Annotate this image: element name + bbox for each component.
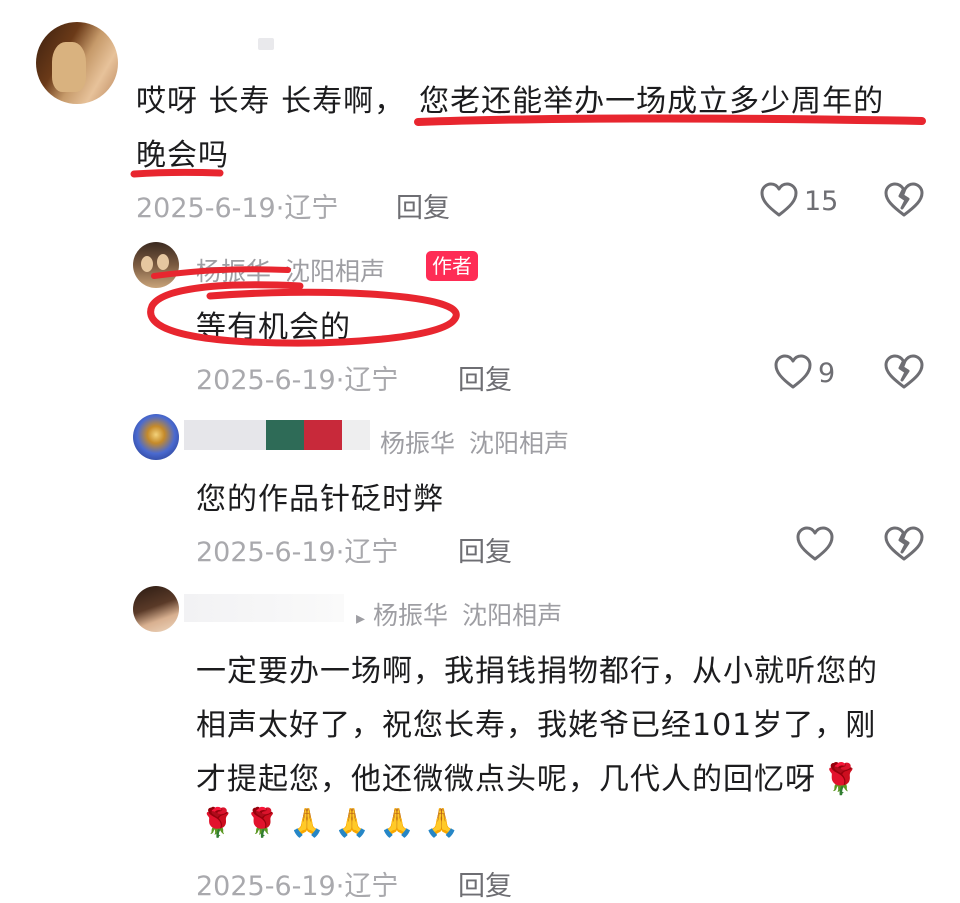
praying-hands-emoji: 🙏 [424,806,470,839]
reply-button[interactable]: 回复 [458,530,512,569]
reply-button[interactable]: 回复 [458,864,512,903]
broken-heart-icon[interactable] [884,354,924,390]
comment-date: 2025-6-19 [196,871,336,902]
comment-meta: 2025-6-19·辽宁 [196,864,398,903]
avatar[interactable] [133,414,179,460]
comment-text-line3-content: 才提起您，他还微微点头呢，几代人的回忆呀 [196,762,816,797]
comment-text-plain: 哎呀 长寿 长寿啊， [136,84,406,119]
avatar[interactable] [36,22,118,104]
username-redacted [304,420,342,450]
username-redacted [266,420,304,450]
annotation-circle [147,281,460,347]
like-count: 15 [804,186,839,217]
comment-date: 2025-6-19 [196,537,336,568]
comment-meta: 2025-6-19·辽宁 [196,530,398,569]
praying-hands-emoji: 🙏 [289,806,335,839]
reply-target: 杨振华 沈阳相声 [380,424,569,460]
heart-outline-icon[interactable] [774,354,812,390]
comment-text: 您的作品针砭时弊 [196,482,444,517]
praying-hands-emoji: 🙏 [379,806,425,839]
rose-emoji: 🌹 [822,762,861,797]
emoji-row: 🌹🌹🙏🙏🙏🙏 [200,806,469,839]
avatar[interactable] [133,586,179,632]
annotation-underline [130,168,224,178]
comment-location: 辽宁 [344,871,399,902]
username-redacted [342,420,370,450]
heart-outline-icon[interactable] [760,182,798,218]
comment-text-line2: 相声太好了，祝您长寿，我姥爷已经101岁了，刚 [196,708,877,743]
username-redacted [258,38,274,50]
reply-target-suffix: 沈阳相声 [462,601,563,630]
praying-hands-emoji: 🙏 [334,806,380,839]
rose-emoji: 🌹 [200,806,245,839]
username-redacted [184,420,266,450]
comment-text: 一定要办一场啊，我捐钱捐物都行，从小就听您的 [196,654,878,689]
comment-location: 辽宁 [284,193,339,224]
broken-heart-icon[interactable] [884,526,924,562]
comment-text-line3: 才提起您，他还微微点头呢，几代人的回忆呀 🌹 [196,754,860,798]
reply-target-suffix: 沈阳相声 [469,429,570,458]
annotation-underline [414,114,926,126]
comment-location: 辽宁 [344,537,399,568]
reply-button[interactable]: 回复 [396,186,450,225]
broken-heart-icon[interactable] [884,182,924,218]
heart-outline-icon[interactable] [796,526,834,562]
username-redacted [184,594,344,622]
reply-target-name[interactable]: 杨振华 [373,601,448,630]
reply-target: ▸ 杨振华 沈阳相声 [356,596,562,632]
comment-date: 2025-6-19 [136,193,276,224]
like-count: 9 [818,358,836,389]
reply-arrow-icon: ▸ [356,608,366,629]
reply-target-name[interactable]: 杨振华 [380,429,455,458]
rose-emoji: 🌹 [244,806,290,839]
comment-meta: 2025-6-19·辽宁 [136,186,338,225]
